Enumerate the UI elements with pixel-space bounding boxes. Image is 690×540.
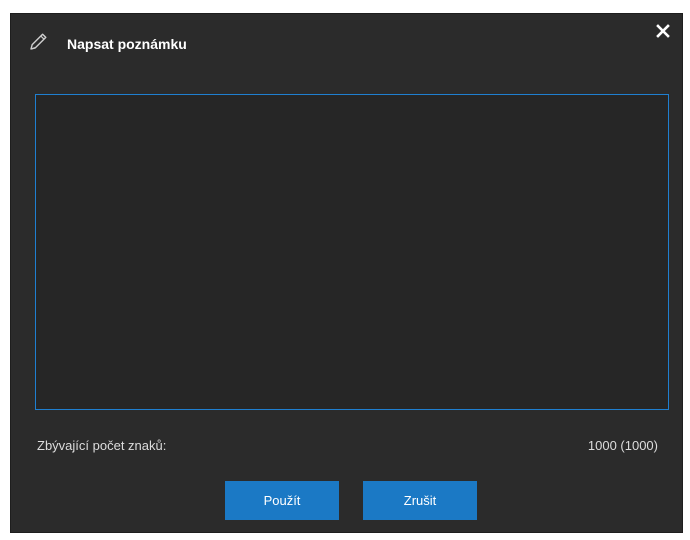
dialog-title: Napsat poznámku bbox=[67, 36, 187, 52]
remaining-chars-label: Zbývající počet znaků: bbox=[37, 438, 167, 453]
cancel-button[interactable]: Zrušit bbox=[363, 481, 477, 520]
pencil-icon bbox=[27, 31, 49, 53]
dialog-titlebar: Napsat poznámku bbox=[11, 14, 682, 74]
close-icon[interactable] bbox=[652, 20, 674, 42]
note-dialog: Napsat poznámku Zbývající počet znaků: 1… bbox=[10, 13, 683, 533]
apply-button[interactable]: Použít bbox=[225, 481, 339, 520]
note-textarea[interactable] bbox=[35, 94, 669, 410]
remaining-chars-count: 1000 (1000) bbox=[587, 438, 658, 453]
